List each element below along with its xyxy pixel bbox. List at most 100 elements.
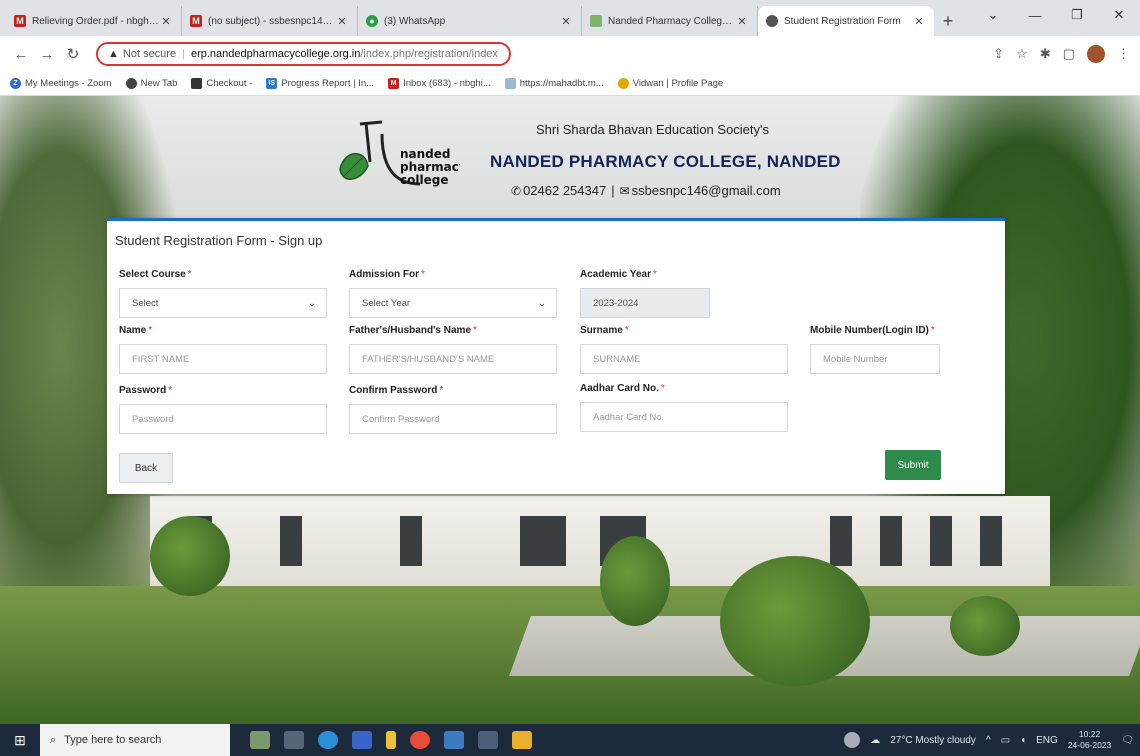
tab-search-icon[interactable]: ⌄ xyxy=(972,0,1014,30)
field-label: Mobile Number(Login ID) * xyxy=(810,325,940,336)
building-window xyxy=(930,516,952,566)
close-icon[interactable]: ✕ xyxy=(335,15,349,28)
surname-input[interactable]: SURNAME xyxy=(580,344,788,374)
bookmark-item[interactable]: Z My Meetings - Zoom xyxy=(10,78,112,89)
browser-tab-active[interactable]: Student Registration Form ✕ xyxy=(758,6,934,36)
tray-chevron-icon[interactable]: ^ xyxy=(986,735,991,746)
app-icon[interactable] xyxy=(386,731,396,749)
sidepanel-icon[interactable]: ▢ xyxy=(1063,46,1075,62)
select-value: Select xyxy=(132,297,159,309)
share-icon[interactable]: ⇪ xyxy=(993,46,1004,62)
field-label: Confirm Password * xyxy=(349,385,557,396)
system-tray: ☁ 27°C Mostly cloudy ^ ▭ ◖ ENG 10:22 24-… xyxy=(844,724,1134,756)
browser-tab[interactable]: M Relieving Order.pdf - nbghiwar ✕ xyxy=(6,6,182,36)
background-shrub xyxy=(150,516,230,596)
app-icon[interactable] xyxy=(444,731,464,749)
url-input[interactable]: ▲ Not secure | erp.nandedpharmacycollege… xyxy=(96,42,511,66)
building-window xyxy=(880,516,902,566)
password-input[interactable]: Password xyxy=(119,404,327,434)
chrome-icon[interactable] xyxy=(410,731,430,749)
label-text: Password xyxy=(119,385,167,396)
submit-button[interactable]: Submit xyxy=(885,450,941,480)
menu-icon[interactable]: ⋮ xyxy=(1117,46,1130,62)
bookmark-item[interactable]: New Tab xyxy=(125,78,178,89)
restore-button[interactable]: ❐ xyxy=(1056,0,1098,30)
vidwan-icon xyxy=(617,78,629,89)
app-tray-icon[interactable] xyxy=(844,732,861,748)
email-icon: ✉ xyxy=(619,183,630,198)
clock-time: 10:22 xyxy=(1078,729,1101,739)
field-label: Select Course * xyxy=(119,269,327,280)
edge-icon[interactable] xyxy=(318,731,338,749)
bookmark-item[interactable]: https://mahadbt.m... xyxy=(504,78,604,89)
select-course-field: Select Course * Select ⌄ xyxy=(119,269,327,318)
weather-text[interactable]: 27°C Mostly cloudy xyxy=(890,735,976,746)
browser-tab[interactable]: M (no subject) - ssbesnpc146@g ✕ xyxy=(182,6,358,36)
new-tab-button[interactable]: + xyxy=(934,6,962,36)
close-icon[interactable]: ✕ xyxy=(559,15,573,28)
back-button[interactable]: Back xyxy=(119,453,173,483)
first-name-input[interactable]: FIRST NAME xyxy=(119,344,327,374)
network-icon[interactable]: ▭ xyxy=(1001,735,1010,746)
field-label: Aadhar Card No. * xyxy=(580,383,788,394)
background-shrub xyxy=(720,556,870,686)
close-icon[interactable]: ✕ xyxy=(735,15,749,28)
bookmark-label: Progress Report | In... xyxy=(281,78,375,89)
confirm-password-input[interactable]: Confirm Password xyxy=(349,404,557,434)
whatsapp-icon: ● xyxy=(366,15,378,27)
label-text: Admission For xyxy=(349,269,420,280)
close-icon[interactable]: ✕ xyxy=(912,15,926,28)
bookmark-label: New Tab xyxy=(140,78,178,89)
taskbar-apps xyxy=(250,731,532,749)
app-icon[interactable] xyxy=(478,731,498,749)
field-label: Father's/Husband's Name * xyxy=(349,325,557,336)
browser-tab[interactable]: Nanded Pharmacy College, Na ✕ xyxy=(582,6,758,36)
aadhar-field: Aadhar Card No. * Aadhar Card No. xyxy=(580,383,788,432)
tab-label: (3) WhatsApp xyxy=(384,15,446,27)
volume-icon[interactable]: ◖ xyxy=(1020,735,1026,746)
profile-avatar[interactable] xyxy=(1087,45,1105,63)
admission-for-field: Admission For * Select Year ⌄ xyxy=(349,269,557,318)
site-icon xyxy=(590,15,602,27)
task-view-icon[interactable] xyxy=(284,731,304,749)
clock[interactable]: 10:22 24-06-2023 xyxy=(1068,729,1111,751)
browser-tab[interactable]: ● (3) WhatsApp ✕ xyxy=(358,6,582,36)
bookmark-label: https://mahadbt.m... xyxy=(519,78,604,89)
toolbar-actions: ⇪ ☆ ✱ ▢ ⋮ xyxy=(993,36,1130,72)
close-icon[interactable]: ✕ xyxy=(159,15,173,28)
label-text: Father's/Husband's Name xyxy=(349,325,472,336)
address-bar-row: ← → ↻ ▲ Not secure | erp.nandedpharmacyc… xyxy=(0,36,1140,72)
search-icon: ⌕ xyxy=(50,733,57,746)
contact-separator: | xyxy=(611,183,615,198)
mobile-number-input[interactable]: Mobile Number xyxy=(810,344,940,374)
widget-icon[interactable] xyxy=(250,731,270,749)
bookmark-item[interactable]: Checkout - xyxy=(191,78,252,89)
minimize-button[interactable]: — xyxy=(1014,0,1056,30)
file-explorer-icon[interactable] xyxy=(512,731,532,749)
taskbar-search[interactable]: ⌕ Type here to search xyxy=(40,724,230,756)
confirm-password-field: Confirm Password * Confirm Password xyxy=(349,385,557,434)
back-arrow-icon[interactable]: ← xyxy=(8,46,34,63)
notification-icon[interactable]: 🗨 xyxy=(1121,735,1134,746)
bookmark-item[interactable]: Vidwan | Profile Page xyxy=(617,78,723,89)
extensions-icon[interactable]: ✱ xyxy=(1040,46,1051,62)
store-icon[interactable] xyxy=(352,731,372,749)
label-text: Confirm Password xyxy=(349,385,438,396)
bookmark-item[interactable]: M Inbox (683) - nbghi... xyxy=(388,78,491,89)
chevron-down-icon: ⌄ xyxy=(308,297,316,309)
course-select[interactable]: Select ⌄ xyxy=(119,288,327,318)
admission-year-select[interactable]: Select Year ⌄ xyxy=(349,288,557,318)
bookmark-item[interactable]: IS Progress Report | In... xyxy=(266,78,374,89)
background-shrub xyxy=(950,596,1020,656)
bookmark-star-icon[interactable]: ☆ xyxy=(1016,46,1028,62)
url-separator: | xyxy=(182,48,185,60)
required-mark: * xyxy=(624,325,629,336)
father-name-input[interactable]: FATHER'S/HUSBAND'S NAME xyxy=(349,344,557,374)
language-indicator[interactable]: ENG xyxy=(1036,735,1058,746)
bookmark-label: Inbox (683) - nbghi... xyxy=(403,78,491,89)
reload-icon[interactable]: ↻ xyxy=(60,45,86,63)
windows-start-icon[interactable]: ⊞ xyxy=(0,724,40,756)
close-window-button[interactable]: ✕ xyxy=(1098,0,1140,30)
forward-arrow-icon[interactable]: → xyxy=(34,46,60,63)
aadhar-input[interactable]: Aadhar Card No. xyxy=(580,402,788,432)
